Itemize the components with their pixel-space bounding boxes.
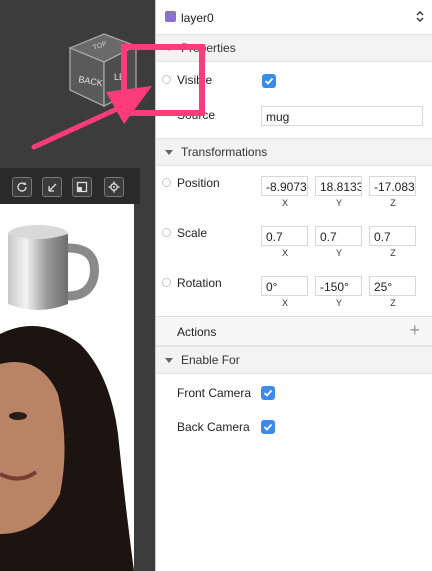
rotation-y-field[interactable]: -150° [315,276,362,296]
camera-preview [0,204,134,571]
scale-keyframe-radio[interactable] [162,228,171,237]
back-camera-checkbox[interactable] [261,420,275,434]
source-field[interactable]: mug [261,106,423,126]
rotation-keyframe-radio[interactable] [162,278,171,287]
axis-y-label: Y [335,198,342,208]
layer-selector[interactable]: layer0 [156,0,432,34]
refresh-button[interactable] [12,177,32,197]
position-z-field[interactable]: -17.083 [369,176,416,196]
visible-checkbox[interactable] [262,74,276,88]
axis-y-label: Y [335,248,342,258]
checkmark-icon [264,77,274,85]
axis-x-label: X [281,298,288,308]
scale-y-field[interactable]: 0.7 [315,226,362,246]
annotation-highlight-box [121,44,205,116]
viewport-toolbar [0,168,140,204]
axis-z-label: Z [390,198,396,208]
layer-name: layer0 [181,11,214,25]
resize-button[interactable] [42,177,62,197]
layout-button[interactable] [72,177,92,197]
rotation-label: Rotation [177,276,222,290]
caret-down-icon [165,357,173,363]
checkmark-icon [263,389,273,397]
caret-down-icon [165,149,173,155]
transformations-title: Transformations [181,145,268,159]
scale-row: Scale 0.7 0.7 0.7 X Y Z [156,216,432,266]
front-camera-checkbox[interactable] [261,386,275,400]
layout-icon [76,181,88,193]
checkmark-icon [263,423,273,431]
position-x-field[interactable]: -8.9073 [261,176,308,196]
transformations-section-header[interactable]: Transformations [156,138,432,166]
position-keyframe-radio[interactable] [162,178,171,187]
axis-y-label: Y [335,298,342,308]
scale-z-field[interactable]: 0.7 [369,226,416,246]
actions-row: Actions + [156,316,432,346]
axis-x-label: X [281,198,288,208]
back-camera-row: Back Camera [156,410,432,444]
enable-for-section-header[interactable]: Enable For [156,346,432,374]
refresh-icon [17,182,27,192]
actions-title: Actions [177,325,217,339]
rotation-x-field[interactable]: 0° [261,276,308,296]
scale-label: Scale [177,226,208,240]
enable-for-title: Enable For [181,353,240,367]
axis-x-label: X [281,248,288,258]
axis-z-label: Z [390,248,396,258]
mug-model-image [0,225,134,571]
position-row: Position -8.9073 18.8133 -17.083 X Y Z [156,166,432,216]
position-y-field[interactable]: 18.8133 [315,176,362,196]
scale-x-field[interactable]: 0.7 [261,226,308,246]
settings-button[interactable] [104,177,124,197]
resize-icon [48,183,57,192]
gear-icon [108,181,120,193]
axis-z-label: Z [390,298,396,308]
rotation-z-field[interactable]: 25° [369,276,416,296]
front-camera-row: Front Camera [156,376,432,410]
front-camera-label: Front Camera [177,386,252,400]
add-action-button[interactable]: + [409,320,420,341]
back-camera-label: Back Camera [177,420,250,434]
position-label: Position [177,176,220,190]
chevron-updown-icon[interactable] [416,10,424,23]
layer-color-swatch [165,11,176,22]
rotation-row: Rotation 0° -150° 25° X Y Z [156,266,432,316]
